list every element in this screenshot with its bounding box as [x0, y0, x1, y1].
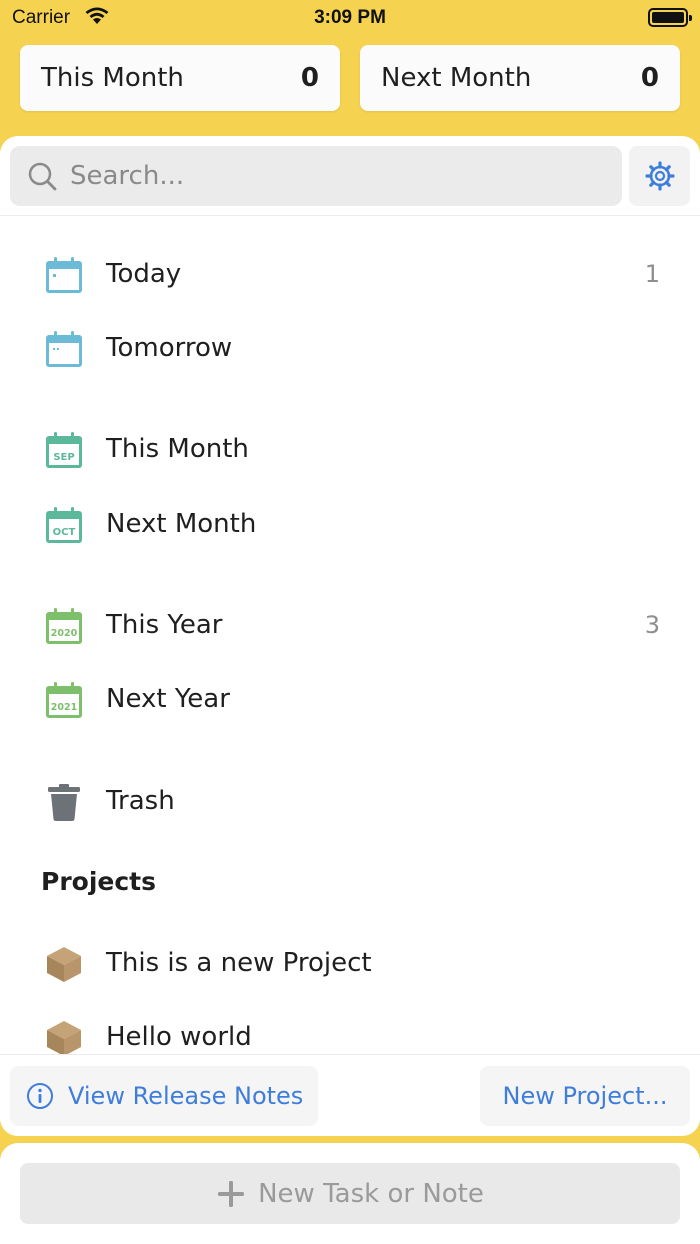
view-release-notes-button[interactable]: View Release Notes: [10, 1066, 318, 1126]
sidebar-item-label: Next Month: [106, 509, 257, 539]
summary-count: 0: [300, 63, 319, 93]
project-label: Hello world: [106, 1022, 252, 1052]
bottom-panel: New Task or Note: [0, 1143, 700, 1244]
calendar-icon-text: 2020: [51, 628, 78, 639]
summary-count: 0: [640, 63, 659, 93]
count-badge: 1: [644, 260, 660, 288]
sidebar-item-this-year[interactable]: 2020 This Year 3: [0, 596, 700, 656]
new-project-label: New Project...: [502, 1082, 668, 1110]
sidebar-item-label: Next Year: [106, 684, 230, 714]
sidebar-item-today[interactable]: Today 1: [0, 245, 700, 305]
new-task-button[interactable]: New Task or Note: [20, 1163, 680, 1224]
project-item[interactable]: This is a new Project: [0, 934, 700, 994]
sidebar-item-label: Today: [106, 259, 182, 289]
projects-section-title: Projects: [41, 867, 157, 896]
sidebar-item-label: This Year: [106, 610, 223, 640]
search-row: [0, 136, 700, 216]
sidebar-panel: Today 1 Tomorrow SEP This Month: [0, 136, 700, 1136]
calendar-icon-text: OCT: [53, 527, 76, 538]
clock: 3:09 PM: [314, 7, 386, 28]
settings-button[interactable]: [629, 146, 690, 206]
search-input[interactable]: [70, 146, 610, 206]
sidebar-item-label: Trash: [106, 786, 175, 816]
count-badge: 3: [644, 611, 660, 639]
status-bar: Carrier 3:09 PM: [0, 0, 700, 36]
calendar-icon-text: 2021: [51, 702, 77, 713]
sidebar-item-trash[interactable]: Trash: [0, 772, 700, 832]
project-box-icon: [47, 947, 81, 982]
calendar-year-icon: 2021: [46, 682, 82, 718]
calendar-year-icon: 2020: [46, 608, 82, 644]
summary-card-next-month[interactable]: Next Month 0: [360, 45, 680, 111]
sidebar-item-this-month[interactable]: SEP This Month: [0, 420, 700, 480]
summary-label: Next Month: [381, 63, 532, 93]
summary-card-this-month[interactable]: This Month 0: [20, 45, 340, 111]
sidebar-item-label: Tomorrow: [106, 333, 233, 363]
calendar-today-icon: [46, 257, 82, 293]
project-label: This is a new Project: [106, 948, 372, 978]
release-notes-label: View Release Notes: [68, 1082, 304, 1110]
sidebar-footer: View Release Notes New Project...: [0, 1054, 700, 1136]
calendar-tomorrow-icon: [46, 331, 82, 367]
new-task-label: New Task or Note: [258, 1178, 484, 1209]
plus-icon: [218, 1180, 245, 1207]
sidebar-item-tomorrow[interactable]: Tomorrow: [0, 319, 700, 379]
summary-label: This Month: [41, 63, 184, 93]
trash-icon: [48, 784, 80, 821]
gear-icon: [644, 161, 675, 191]
calendar-month-icon: OCT: [46, 507, 82, 543]
battery-icon: [648, 8, 692, 27]
info-icon: [27, 1083, 53, 1109]
search-box[interactable]: [10, 146, 622, 206]
search-icon: [28, 162, 57, 191]
sidebar-item-next-month[interactable]: OCT Next Month: [0, 495, 700, 555]
calendar-month-icon: SEP: [46, 432, 82, 468]
sidebar-item-label: This Month: [106, 434, 249, 464]
new-project-button[interactable]: New Project...: [480, 1066, 690, 1126]
project-box-icon: [47, 1021, 81, 1056]
calendar-icon-text: SEP: [53, 452, 74, 463]
sidebar-item-next-year[interactable]: 2021 Next Year: [0, 670, 700, 730]
